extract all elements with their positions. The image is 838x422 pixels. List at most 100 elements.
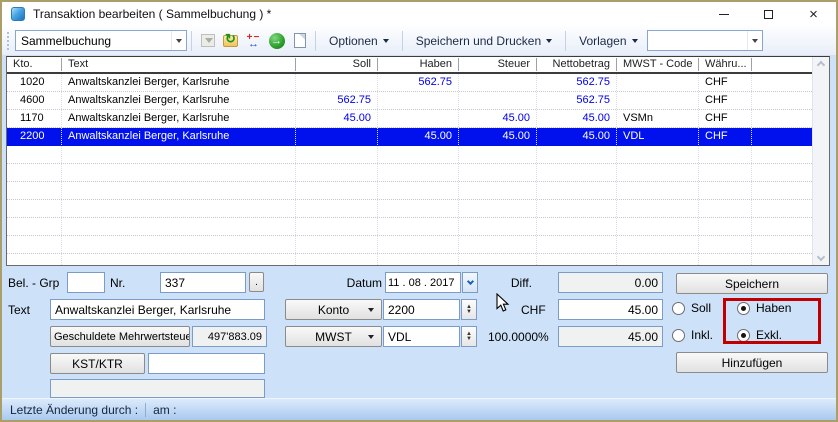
grid-header-row: Kto. Text Soll Haben Steuer Nettobetrag … [7,57,812,74]
empty-row[interactable] [7,146,812,164]
close-button[interactable]: × [791,2,836,26]
mwst-dropdown-button[interactable]: MWST [285,326,382,347]
hinzufuegen-button[interactable]: Hinzufügen [676,352,828,373]
minimize-icon [719,14,729,15]
konto-input[interactable]: 2200 [383,299,460,320]
beleg-grp-label: Bel. - Grp [8,276,59,290]
window-title: Transaktion bearbeiten ( Sammelbuchung )… [33,7,271,21]
column-header-waehrung[interactable]: Währu... [699,58,752,71]
empty-row[interactable] [7,236,812,254]
mwst-dropdown-label: MWST [315,330,352,344]
empty-row[interactable] [7,164,812,182]
column-header-haben[interactable]: Haben [378,58,459,71]
mwst-spinner[interactable]: ▲▼ [461,326,477,347]
toolbar-grip[interactable] [7,32,10,50]
cell-text: Anwaltskanzlei Berger, Karlsruhe [62,74,296,91]
booking-grid: Kto. Text Soll Haben Steuer Nettobetrag … [6,56,830,266]
empty-row[interactable] [7,200,812,218]
window-controls: × [701,2,836,26]
cell-haben: 562.75 [378,74,459,91]
minimize-button[interactable] [701,2,746,26]
chf-label: CHF [521,303,546,317]
cell-waehrung: CHF [699,110,752,127]
konto-dropdown-label: Konto [318,303,349,317]
chevron-down-icon[interactable] [747,31,762,50]
speichern-button[interactable]: Speichern [676,273,828,294]
cell-haben: 45.00 [378,128,459,145]
beleg-grp-input[interactable] [67,272,105,293]
empty-row[interactable] [7,182,812,200]
soll-radio[interactable]: Soll [672,301,711,315]
scroll-down-icon[interactable] [817,253,825,261]
kst-ktr-input[interactable] [148,353,265,374]
konto-spinner[interactable]: ▲▼ [461,299,477,320]
menu-vorlagen[interactable]: Vorlagen [570,30,646,52]
mwst-code-input[interactable]: VDL [383,326,460,347]
template-combobox[interactable] [647,30,763,51]
menu-speichern-und-drucken[interactable]: Speichern und Drucken [407,30,561,52]
cell-waehrung: CHF [699,92,752,109]
betrag-chf-input[interactable]: 45.00 [558,299,663,320]
new-document-icon[interactable] [289,30,310,51]
toolbar-separator [402,31,403,51]
cell-nettobetrag: 45.00 [537,128,617,145]
table-row[interactable]: 1170 Anwaltskanzlei Berger, Karlsruhe 45… [7,110,812,128]
radio-circle-icon [672,329,685,342]
table-row[interactable]: 4600 Anwaltskanzlei Berger, Karlsruhe 56… [7,92,812,110]
column-header-text[interactable]: Text [62,58,296,71]
konto-dropdown-button[interactable]: Konto [285,299,382,320]
status-separator [145,403,146,417]
refresh-icon[interactable]: ↻ [220,30,241,51]
cell-mwst-code [617,92,699,109]
dots-button[interactable]: . [249,272,264,292]
beleg-nr-input[interactable]: 337 [160,272,246,293]
menu-speichern-und-drucken-label: Speichern und Drucken [416,34,541,48]
cell-kto: 4600 [7,92,62,109]
cell-steuer: 45.00 [459,110,537,127]
cell-soll [296,128,378,145]
cell-mwst-code: VSMn [617,110,699,127]
go-icon[interactable]: → [266,30,287,51]
vertical-scrollbar[interactable] [812,57,829,265]
column-header-mwst-code[interactable]: MWST - Code [617,58,699,71]
table-row[interactable]: 1020 Anwaltskanzlei Berger, Karlsruhe 56… [7,74,812,92]
cell-steuer: 45.00 [459,128,537,145]
toolbar-separator [191,31,192,51]
maximize-button[interactable] [746,2,791,26]
kst-ktr-button[interactable]: KST/KTR [50,353,145,374]
text-input[interactable]: Anwaltskanzlei Berger, Karlsruhe [50,299,265,320]
cell-soll: 562.75 [296,92,378,109]
empty-row[interactable] [7,218,812,236]
column-header-nettobetrag[interactable]: Nettobetrag [537,58,617,71]
annotation-red-box [723,298,821,344]
cell-waehrung: CHF [699,74,752,91]
app-icon [11,7,25,21]
empty-row[interactable] [7,254,812,265]
cell-kto: 2200 [7,128,62,145]
mehrwertsteuer-label-box: Geschuldete Mehrwertsteue [50,326,190,347]
column-header-steuer[interactable]: Steuer [459,58,537,71]
menu-optionen[interactable]: Optionen [320,30,398,52]
scroll-up-icon[interactable] [817,61,825,69]
inkl-radio[interactable]: Inkl. [672,328,713,342]
column-header-soll[interactable]: Soll [296,58,378,71]
soll-radio-label: Soll [691,301,711,315]
column-header-kto[interactable]: Kto. [7,58,62,71]
cell-mwst-code: VDL [617,128,699,145]
chevron-down-icon [466,278,473,285]
cell-text: Anwaltskanzlei Berger, Karlsruhe [62,128,296,145]
cell-nettobetrag: 562.75 [537,92,617,109]
maximize-icon [764,10,773,19]
prozent-label: 100.0000% [488,330,549,344]
datum-input[interactable]: 11 . 08 . 2017 [385,272,461,293]
calendar-dropdown-button[interactable] [462,272,478,293]
cell-mwst-code [617,74,699,91]
cell-nettobetrag: 45.00 [537,110,617,127]
adjust-columns-icon[interactable]: +−↔ [243,30,264,51]
cell-soll [296,74,378,91]
chevron-down-icon[interactable] [171,31,186,50]
title-bar: Transaktion bearbeiten ( Sammelbuchung )… [2,2,836,26]
inkl-radio-label: Inkl. [691,328,713,342]
booking-type-combobox[interactable]: Sammelbuchung [15,30,187,51]
table-row-selected[interactable]: 2200 Anwaltskanzlei Berger, Karlsruhe 45… [7,128,812,146]
